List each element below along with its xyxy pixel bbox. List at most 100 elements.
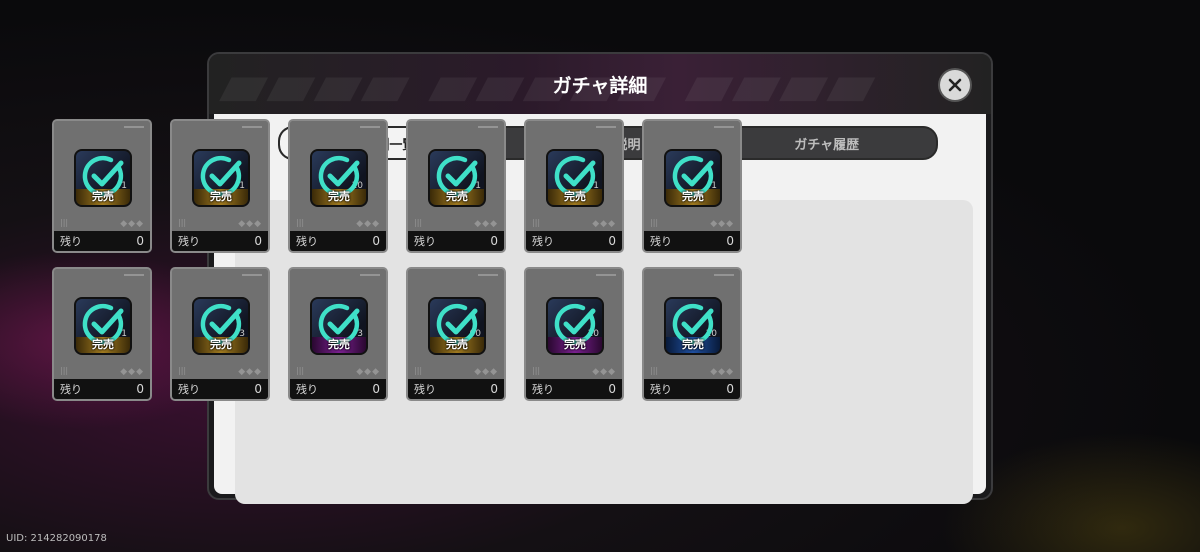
- reward-card[interactable]: ||| ◆◆◆ 10 完売 残り 0: [288, 119, 388, 253]
- reward-item-icon: 10 完売: [666, 299, 720, 353]
- card-corner-decoration: [360, 126, 380, 136]
- card-dots-decoration: ◆◆◆: [592, 219, 616, 229]
- card-footer: 残り 0: [408, 231, 504, 251]
- card-corner-decoration: [478, 126, 498, 136]
- reward-item-icon: 3 完売: [194, 299, 248, 353]
- reward-card[interactable]: ||| ◆◆◆ 10 完売 残り 0: [642, 267, 742, 401]
- card-barcode-decoration: |||: [178, 366, 187, 375]
- tab-label: ガチャ履歴: [794, 137, 860, 153]
- remaining-value: 0: [608, 234, 616, 248]
- reward-grid: ||| ◆◆◆ 1 完売 残り 0 ||| ◆◆◆ 1 完売 残り 0 ||| …: [52, 119, 742, 401]
- dialog-title: ガチャ詳細: [552, 75, 648, 97]
- card-dots-decoration: ◆◆◆: [238, 219, 262, 229]
- reward-card[interactable]: ||| ◆◆◆ 10 完売 残り 0: [524, 267, 624, 401]
- card-dots-decoration: ◆◆◆: [238, 367, 262, 377]
- card-barcode-decoration: |||: [532, 366, 541, 375]
- sold-out-label: 完売: [682, 190, 704, 203]
- reward-item-icon: 1 完売: [194, 151, 248, 205]
- remaining-value: 0: [372, 382, 380, 396]
- card-footer: 残り 0: [54, 231, 150, 251]
- reward-card[interactable]: ||| ◆◆◆ 3 完売 残り 0: [288, 267, 388, 401]
- card-dots-decoration: ◆◆◆: [120, 367, 144, 377]
- remaining-value: 0: [608, 382, 616, 396]
- remaining-value: 0: [726, 234, 734, 248]
- card-barcode-decoration: |||: [414, 218, 423, 227]
- card-corner-decoration: [242, 274, 262, 284]
- reward-card[interactable]: ||| ◆◆◆ 00 完売 残り 0: [406, 267, 506, 401]
- reward-item-icon: 1 完売: [666, 151, 720, 205]
- card-corner-decoration: [714, 126, 734, 136]
- remaining-value: 0: [490, 382, 498, 396]
- card-corner-decoration: [242, 126, 262, 136]
- reward-card[interactable]: ||| ◆◆◆ 1 完売 残り 0: [642, 119, 742, 253]
- remaining-label: 残り: [296, 383, 318, 396]
- sold-out-label: 完売: [210, 190, 232, 203]
- card-footer: 残り 0: [644, 379, 740, 399]
- reward-card[interactable]: ||| ◆◆◆ 1 完売 残り 0: [406, 119, 506, 253]
- remaining-label: 残り: [650, 383, 672, 396]
- remaining-value: 0: [136, 234, 144, 248]
- card-corner-decoration: [360, 274, 380, 284]
- remaining-value: 0: [254, 382, 262, 396]
- reward-card[interactable]: ||| ◆◆◆ 1 完売 残り 0: [52, 119, 152, 253]
- card-dots-decoration: ◆◆◆: [356, 367, 380, 377]
- card-corner-decoration: [124, 126, 144, 136]
- sold-out-label: 完売: [92, 190, 114, 203]
- sold-out-label: 完売: [210, 338, 232, 351]
- card-dots-decoration: ◆◆◆: [356, 219, 380, 229]
- card-barcode-decoration: |||: [650, 366, 659, 375]
- reward-card[interactable]: ||| ◆◆◆ 1 完売 残り 0: [170, 119, 270, 253]
- sold-out-label: 完売: [328, 338, 350, 351]
- reward-item-icon: 1 完売: [430, 151, 484, 205]
- remaining-value: 0: [372, 234, 380, 248]
- card-barcode-decoration: |||: [414, 366, 423, 375]
- uid-label: UID: 214282090178: [6, 533, 107, 544]
- card-footer: 残り 0: [54, 379, 150, 399]
- remaining-value: 0: [136, 382, 144, 396]
- card-dots-decoration: ◆◆◆: [710, 219, 734, 229]
- card-footer: 残り 0: [172, 379, 268, 399]
- tab-gacha-history[interactable]: ガチャ履歴: [717, 128, 936, 158]
- close-button[interactable]: [940, 70, 970, 100]
- reward-item-icon: 3 完売: [312, 299, 366, 353]
- card-corner-decoration: [596, 274, 616, 284]
- remaining-value: 0: [726, 382, 734, 396]
- sold-out-label: 完売: [328, 190, 350, 203]
- remaining-label: 残り: [414, 235, 436, 248]
- card-barcode-decoration: |||: [178, 218, 187, 227]
- remaining-label: 残り: [60, 235, 82, 248]
- card-corner-decoration: [478, 274, 498, 284]
- reward-item-icon: 10 完売: [548, 299, 602, 353]
- card-footer: 残り 0: [526, 379, 622, 399]
- reward-card[interactable]: ||| ◆◆◆ 1 完売 残り 0: [524, 119, 624, 253]
- reward-card[interactable]: ||| ◆◆◆ 1 完売 残り 0: [52, 267, 152, 401]
- reward-item-icon: 10 完売: [312, 151, 366, 205]
- card-corner-decoration: [596, 126, 616, 136]
- card-dots-decoration: ◆◆◆: [120, 219, 144, 229]
- remaining-value: 0: [254, 234, 262, 248]
- reward-item-icon: 1 完売: [76, 151, 130, 205]
- remaining-label: 残り: [532, 235, 554, 248]
- sold-out-label: 完売: [446, 338, 468, 351]
- card-corner-decoration: [124, 274, 144, 284]
- sold-out-label: 完売: [564, 338, 586, 351]
- sold-out-label: 完売: [682, 338, 704, 351]
- card-dots-decoration: ◆◆◆: [474, 367, 498, 377]
- remaining-label: 残り: [650, 235, 672, 248]
- card-footer: 残り 0: [290, 231, 386, 251]
- reward-item-icon: 1 完売: [76, 299, 130, 353]
- sold-out-label: 完売: [446, 190, 468, 203]
- card-barcode-decoration: |||: [60, 366, 69, 375]
- reward-card[interactable]: ||| ◆◆◆ 3 完売 残り 0: [170, 267, 270, 401]
- dialog-header: ▰▰▰▰ ▰▰▰▰▰ ▰▰▰▰ ガチャ詳細: [209, 54, 991, 114]
- close-icon: [948, 78, 962, 92]
- card-barcode-decoration: |||: [296, 218, 305, 227]
- card-footer: 残り 0: [644, 231, 740, 251]
- sold-out-label: 完売: [92, 338, 114, 351]
- card-corner-decoration: [714, 274, 734, 284]
- card-barcode-decoration: |||: [650, 218, 659, 227]
- card-barcode-decoration: |||: [60, 218, 69, 227]
- reward-item-icon: 00 完売: [430, 299, 484, 353]
- remaining-label: 残り: [532, 383, 554, 396]
- card-footer: 残り 0: [408, 379, 504, 399]
